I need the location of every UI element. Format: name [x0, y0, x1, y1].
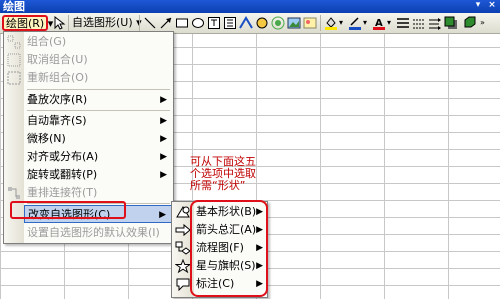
submenu-arrow-icon: ▶	[160, 152, 167, 162]
line-color-icon[interactable]	[348, 16, 362, 30]
rectangle-icon[interactable]	[175, 16, 189, 30]
arrow-icon[interactable]	[159, 16, 173, 30]
dash-style-icon[interactable]	[412, 16, 426, 30]
menu-item-reroute-connectors: 重排连接符(T)	[27, 186, 98, 199]
fill-color-icon[interactable]	[324, 16, 338, 30]
basic-shapes-icon	[176, 206, 190, 218]
toolbar-overflow-icon[interactable]: »	[480, 15, 485, 31]
ungroup-icon	[7, 53, 21, 67]
menu-item-group: 组合(G)	[27, 35, 67, 48]
oval-icon[interactable]	[191, 16, 205, 30]
stars-banners-icon	[175, 259, 191, 273]
group-icon	[7, 35, 21, 49]
pointer-icon[interactable]	[52, 16, 66, 30]
highlight-box-change-autoshape	[10, 201, 126, 219]
picture-insert-icon[interactable]	[303, 16, 317, 30]
highlight-box-submenu-options	[190, 200, 268, 297]
submenu-arrow-icon: ▶	[159, 210, 166, 220]
font-color-icon[interactable]: A	[372, 16, 386, 30]
draw-menu-button[interactable]: 绘图(R) ▾	[2, 15, 53, 31]
menu-item-set-autoshape-defaults: 设置自选图形的默认效果(I)	[27, 226, 160, 239]
submenu-arrow-icon: ▶	[160, 134, 167, 144]
wordart-icon[interactable]	[239, 16, 253, 30]
close-icon[interactable]: ×	[486, 1, 498, 11]
line-color-dropdown-icon[interactable]: ▾	[363, 15, 367, 31]
reroute-connectors-icon	[8, 187, 20, 199]
menu-item-align-distribute[interactable]: 对齐或分布(A) ▶	[24, 148, 172, 166]
menu-item-regroup: 重新组合(O)	[27, 71, 89, 84]
picture-icon[interactable]	[287, 16, 301, 30]
autoshapes-menu-button[interactable]: 自选图形(U) ▾	[72, 15, 142, 31]
toolbar-options-button[interactable]: ▾	[472, 1, 484, 11]
font-color-dropdown-icon[interactable]: ▾	[387, 15, 391, 31]
menu-item-ungroup: 取消组合(U)	[27, 53, 88, 66]
menu-item-order[interactable]: 叠放次序(R) ▶	[24, 91, 172, 109]
submenu-arrow-icon: ▶	[160, 116, 167, 126]
block-arrows-icon	[175, 223, 191, 237]
arrow-style-icon[interactable]	[428, 16, 442, 30]
menu-item-snap[interactable]: 自动靠齐(S) ▶	[24, 112, 172, 130]
drawing-toolbar-title-bar[interactable]: 绘图 ▾ ×	[0, 0, 500, 13]
vertical-textbox-icon[interactable]	[223, 16, 237, 30]
menu-item-nudge[interactable]: 微移(N) ▶	[24, 130, 172, 148]
diagram-icon[interactable]	[255, 16, 269, 30]
3d-icon[interactable]	[462, 16, 476, 30]
clipart-icon[interactable]	[271, 16, 285, 30]
shadow-icon[interactable]	[444, 16, 458, 30]
flowchart-icon	[175, 241, 191, 255]
textbox-icon[interactable]	[207, 16, 221, 30]
submenu-arrow-icon: ▶	[160, 95, 167, 105]
fill-color-dropdown-icon[interactable]: ▾	[339, 15, 343, 31]
instruction-annotation: 可从下面这五 个选项中选取 所需“形状”	[190, 155, 256, 192]
line-style-icon[interactable]	[396, 16, 410, 30]
menu-item-rotate-flip[interactable]: 旋转或翻转(P) ▶	[24, 166, 172, 184]
submenu-arrow-icon: ▶	[160, 170, 167, 180]
regroup-icon	[7, 71, 21, 85]
line-icon[interactable]	[143, 16, 157, 30]
callouts-icon	[176, 278, 190, 291]
toolbar-title: 绘图	[3, 0, 25, 13]
